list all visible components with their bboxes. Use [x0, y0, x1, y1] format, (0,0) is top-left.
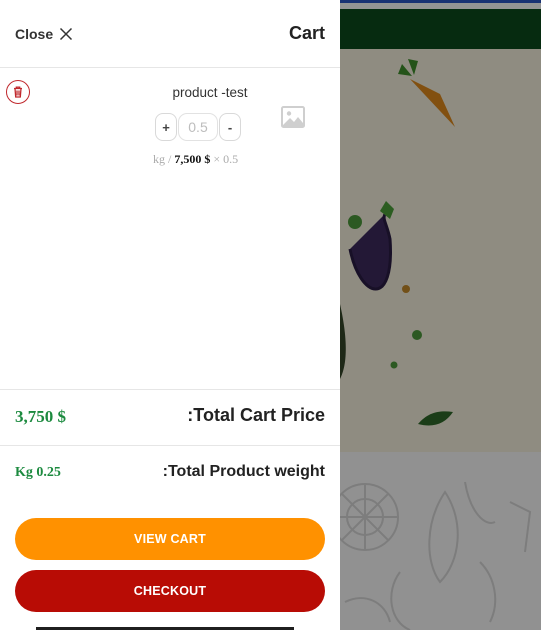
total-cart-price-label: :Total Cart Price: [187, 405, 325, 425]
item-price: 7,500 $: [174, 152, 211, 166]
dim-overlay[interactable]: [340, 0, 541, 630]
remove-item-button[interactable]: [6, 80, 30, 104]
view-cart-button[interactable]: VIEW CART: [15, 518, 325, 560]
divider: [0, 389, 340, 390]
total-weight-label: :Total Product weight: [162, 463, 325, 480]
item-price-line: kg / 7,500 $ × 0.5: [153, 152, 238, 167]
total-cart-price-value: 3,750 $: [15, 407, 66, 426]
close-label: Close: [15, 26, 54, 42]
close-button[interactable]: Close: [15, 24, 73, 44]
total-weight-value: Kg 0.25: [15, 465, 61, 480]
product-image-placeholder-icon[interactable]: [280, 104, 306, 130]
quantity-input[interactable]: [178, 113, 218, 141]
cart-title: Cart: [288, 23, 325, 43]
divider: [0, 445, 340, 446]
close-icon: [60, 27, 73, 41]
product-name[interactable]: product -test: [140, 85, 280, 100]
quantity-multiplier: × 0.5: [213, 152, 239, 166]
checkout-button[interactable]: CHECKOUT: [15, 570, 325, 612]
increase-quantity-button[interactable]: +: [155, 113, 177, 141]
quantity-stepper: + -: [155, 112, 241, 142]
cart-drawer: Close Cart product -test + - kg / 7,500 …: [0, 0, 340, 627]
cart-header: Close Cart: [0, 0, 340, 68]
unit-label: kg: [153, 152, 165, 166]
trash-icon: [14, 86, 22, 98]
decrease-quantity-button[interactable]: -: [219, 113, 241, 141]
price-separator: /: [168, 152, 172, 166]
